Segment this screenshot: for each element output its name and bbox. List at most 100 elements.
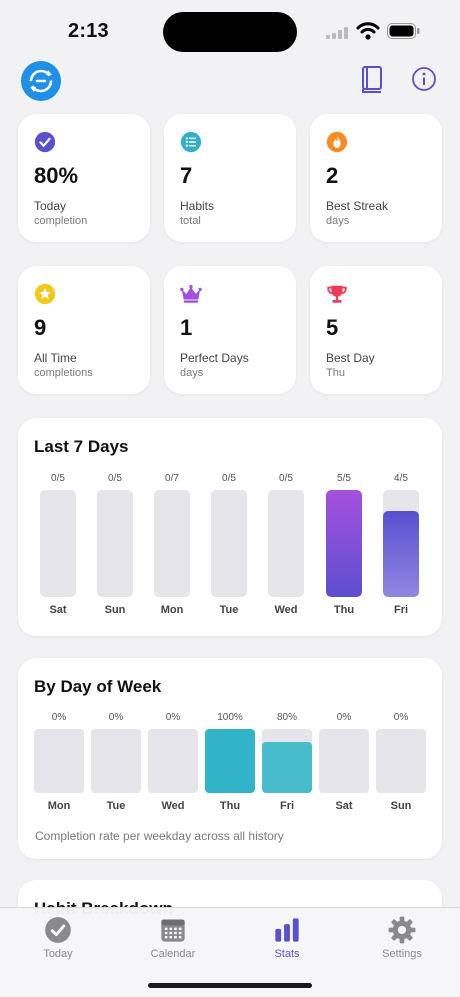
day-bar-label: Sun [104, 604, 126, 616]
tab-icon-wrap [273, 916, 301, 944]
weekday-percent: 0% [51, 712, 67, 723]
tab-settings[interactable]: Settings [357, 916, 447, 960]
day-bar-track [40, 490, 76, 597]
book-icon [362, 66, 382, 93]
status-bar: 2:13 [0, 0, 460, 62]
last-7-days-title: Last 7 Days [34, 437, 129, 456]
day-bar-count: 5/5 [337, 473, 351, 484]
stat-value: 80% [34, 163, 79, 188]
weekday-track [148, 729, 198, 793]
weekday-label: Wed [161, 800, 185, 812]
dynamic-island [163, 12, 297, 52]
stat-tile: 1 Perfect Days days [164, 266, 296, 394]
stat-value: 2 [326, 163, 339, 188]
stat-label: Habits [180, 199, 215, 213]
info-button[interactable] [411, 64, 437, 94]
day-bar-count: 0/5 [279, 473, 293, 484]
stat-tile: 9 All Time completions [18, 266, 150, 394]
day-bar-label: Fri [393, 604, 409, 616]
stat-value: 5 [326, 315, 339, 340]
weekday-track [376, 729, 426, 793]
crown-icon [180, 285, 202, 303]
weekday-fill [262, 741, 312, 793]
weekday-fill [205, 729, 255, 793]
stat-sublabel: days [326, 215, 350, 227]
weekday-label: Fri [279, 800, 295, 812]
stat-icon-wrap [326, 131, 348, 153]
tab-label: Settings [382, 948, 422, 960]
stat-value: 9 [34, 315, 47, 340]
list-icon [180, 131, 202, 153]
battery-icon [387, 23, 420, 39]
day-bar-count: 0/5 [222, 473, 236, 484]
weekday-label: Mon [47, 800, 71, 812]
trophy-icon [327, 285, 347, 303]
tab-calendar[interactable]: Calendar [128, 916, 218, 960]
weekday-label: Tue [106, 800, 126, 812]
stat-tile: 80% Today completion [18, 114, 150, 242]
weekday-track [205, 729, 255, 793]
day-bar-fill [383, 511, 419, 597]
weekday-percent: 0% [336, 712, 352, 723]
day-bar-track [268, 490, 304, 597]
stat-tile: 2 Best Streak days [310, 114, 442, 242]
by-day-of-week-card: By Day of Week 0% Mon 0% Tue 0% Wed 100% Thu 80%… [18, 658, 442, 859]
day-bar-label: Thu [333, 604, 355, 616]
tab-label: Calendar [150, 948, 196, 960]
day-bar-count: 0/5 [51, 473, 65, 484]
gear-icon [388, 916, 416, 944]
weekday-track [34, 729, 84, 793]
by-day-of-week-caption: Completion rate per weekday across all h… [35, 829, 284, 843]
weekday-percent: 100% [217, 712, 243, 723]
weekday-track [262, 729, 312, 793]
wifi-icon [356, 22, 380, 40]
sync-icon [29, 69, 53, 93]
day-bar-label: Mon [160, 604, 184, 616]
bar-chart-icon [275, 918, 299, 942]
stat-sublabel: completion [34, 215, 88, 227]
weekday-percent: 0% [165, 712, 181, 723]
weekday-label: Sat [335, 800, 353, 812]
last-7-days-card: Last 7 Days 0/5 Sat 0/5 Sun 0/7 Mon 0/5 Tue 0/5 W… [18, 418, 442, 636]
calendar-icon [161, 919, 185, 942]
stat-label: Best Streak [326, 199, 389, 213]
home-indicator [148, 983, 312, 988]
day-bar-track [383, 490, 419, 597]
check-circle-icon [34, 131, 56, 153]
stat-icon-wrap [34, 131, 56, 153]
day-bar-track [326, 490, 362, 597]
flame-icon [326, 131, 348, 153]
cellular-signal-icon [326, 27, 348, 39]
day-bar-label: Wed [274, 604, 298, 616]
tab-icon-wrap [159, 916, 187, 944]
day-bar-track [154, 490, 190, 597]
tab-stats[interactable]: Stats [242, 916, 332, 960]
stat-icon-wrap [34, 283, 56, 305]
by-day-of-week-title: By Day of Week [34, 677, 162, 696]
weekday-percent: 0% [108, 712, 124, 723]
stat-label: All Time [34, 351, 77, 365]
tab-label: Today [43, 948, 73, 960]
book-button[interactable] [359, 64, 385, 94]
tab-today[interactable]: Today [13, 916, 103, 960]
stat-label: Today [34, 199, 67, 213]
day-bar-label: Sat [49, 604, 67, 616]
stat-sublabel: completions [34, 367, 93, 379]
info-icon [412, 67, 436, 91]
stat-tile: 5 Best Day Thu [310, 266, 442, 394]
tab-icon-wrap [44, 916, 72, 944]
status-time: 2:13 [68, 20, 109, 42]
stat-sublabel: days [180, 367, 204, 379]
day-bar-track [211, 490, 247, 597]
day-bar-label: Tue [219, 604, 239, 616]
stat-sublabel: Thu [326, 367, 345, 379]
weekday-track [91, 729, 141, 793]
weekday-track [319, 729, 369, 793]
day-bar-count: 0/7 [165, 473, 179, 484]
day-bar-count: 4/5 [394, 473, 408, 484]
weekday-label: Sun [390, 800, 412, 812]
weekday-percent: 80% [276, 712, 297, 723]
weekday-percent: 0% [393, 712, 409, 723]
checkmark-circle-icon [45, 917, 71, 943]
day-bar-count: 0/5 [108, 473, 122, 484]
